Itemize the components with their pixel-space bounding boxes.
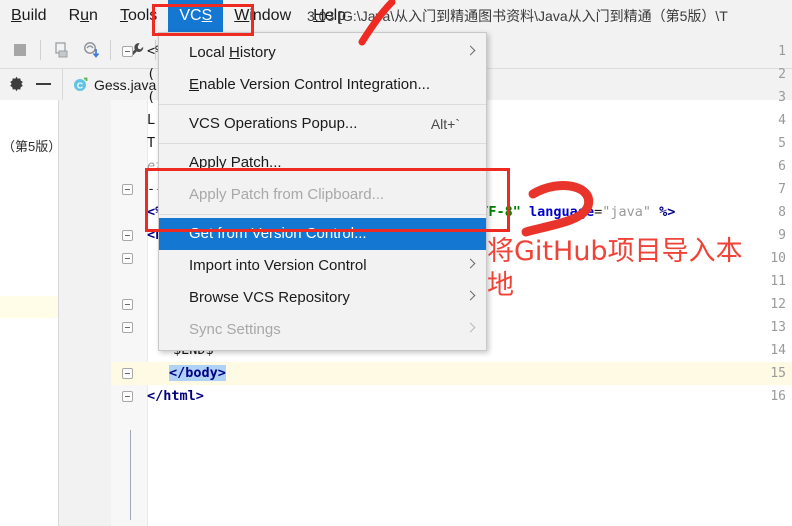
- minimize-icon[interactable]: [36, 83, 51, 85]
- red-box-get-from-version-control: [145, 168, 510, 232]
- fold-marker[interactable]: [122, 368, 133, 379]
- code-line: L: [147, 109, 155, 132]
- fold-marker[interactable]: [122, 322, 133, 333]
- code-token: (: [147, 89, 156, 105]
- build-icon[interactable]: [52, 40, 72, 60]
- code-token: L: [147, 112, 156, 128]
- svg-text:C: C: [77, 81, 83, 91]
- code-line: (: [147, 86, 155, 109]
- code-token: </html>: [147, 388, 204, 404]
- code-line: (: [147, 63, 155, 86]
- fold-marker[interactable]: [122, 184, 133, 195]
- menu-item-label: Browse VCS Repository: [189, 289, 350, 306]
- red-box-vcs-menu: [152, 4, 254, 36]
- code-token: language: [529, 204, 595, 220]
- window-title: 3.03 [G:\Java\从入门到精通图书资料\Java从入门到精通（第5版）…: [307, 8, 728, 24]
- project-pane-row[interactable]: [0, 296, 58, 318]
- code-token: =: [594, 204, 603, 220]
- code-token: %>: [651, 204, 676, 220]
- menu-item-sync-settings: Sync Settings: [159, 314, 486, 346]
- menu-item-shortcut: Alt+`: [430, 116, 460, 132]
- editor-gutter: [59, 100, 111, 526]
- red-note-line-2: 地: [487, 270, 514, 301]
- code-token: </body>: [169, 365, 226, 381]
- code-token: (: [147, 66, 156, 82]
- gear-icon[interactable]: [8, 76, 25, 93]
- chevron-right-icon: [465, 258, 476, 269]
- project-pane[interactable]: （第5版）: [0, 100, 61, 526]
- menu-item-label: Enable Version Control Integration...: [189, 76, 430, 93]
- menu-separator: [159, 143, 486, 144]
- code-line: </body>: [169, 362, 226, 385]
- menu-build[interactable]: Build: [0, 0, 58, 32]
- indent-guide: [130, 430, 131, 520]
- update-project-icon[interactable]: [82, 40, 102, 60]
- fold-marker[interactable]: [122, 391, 133, 402]
- fold-marker[interactable]: [122, 253, 133, 264]
- code-line: </html>: [147, 385, 204, 408]
- line-number: 2: [778, 67, 786, 82]
- chevron-right-icon: [465, 322, 476, 333]
- code-line: T: [147, 132, 155, 155]
- menu-run[interactable]: Run: [58, 0, 109, 32]
- code-token: "java": [602, 204, 651, 220]
- fold-marker[interactable]: [122, 299, 133, 310]
- menu-item-label: Local History: [189, 44, 276, 61]
- menu-item-browse-vcs-repository[interactable]: Browse VCS Repository: [159, 282, 486, 314]
- line-number: 1: [778, 44, 786, 59]
- menu-item-label: VCS Operations Popup...: [189, 115, 358, 132]
- red-note-line-1: 将GitHub项目导入本: [487, 236, 743, 267]
- menu-separator: [159, 104, 486, 105]
- menu-bar: Build Run Tools VCS Window Help 3.03 [G:\Java…: [0, 0, 792, 33]
- menu-item-vcs-operations-popup[interactable]: VCS Operations Popup... Alt+`: [159, 108, 486, 140]
- intellij-idea-window: Build Run Tools VCS Window Help 3.03 [G:\Java…: [0, 0, 792, 526]
- java-class-icon: C: [73, 77, 88, 92]
- chevron-right-icon: [465, 45, 476, 56]
- code-token: T: [147, 135, 156, 151]
- chevron-right-icon: [465, 290, 476, 301]
- menu-item-enable-version-control-integration[interactable]: Enable Version Control Integration...: [159, 69, 486, 101]
- menu-item-import-into-version-control[interactable]: Import into Version Control: [159, 250, 486, 282]
- menu-item-local-history[interactable]: Local History: [159, 37, 486, 69]
- menu-item-label: Import into Version Control: [189, 257, 367, 274]
- fold-marker[interactable]: [122, 230, 133, 241]
- menu-item-label: Sync Settings: [189, 321, 281, 338]
- fold-marker[interactable]: [122, 46, 133, 57]
- project-pane-row[interactable]: （第5版）: [0, 136, 61, 158]
- stop-icon[interactable]: [10, 40, 30, 60]
